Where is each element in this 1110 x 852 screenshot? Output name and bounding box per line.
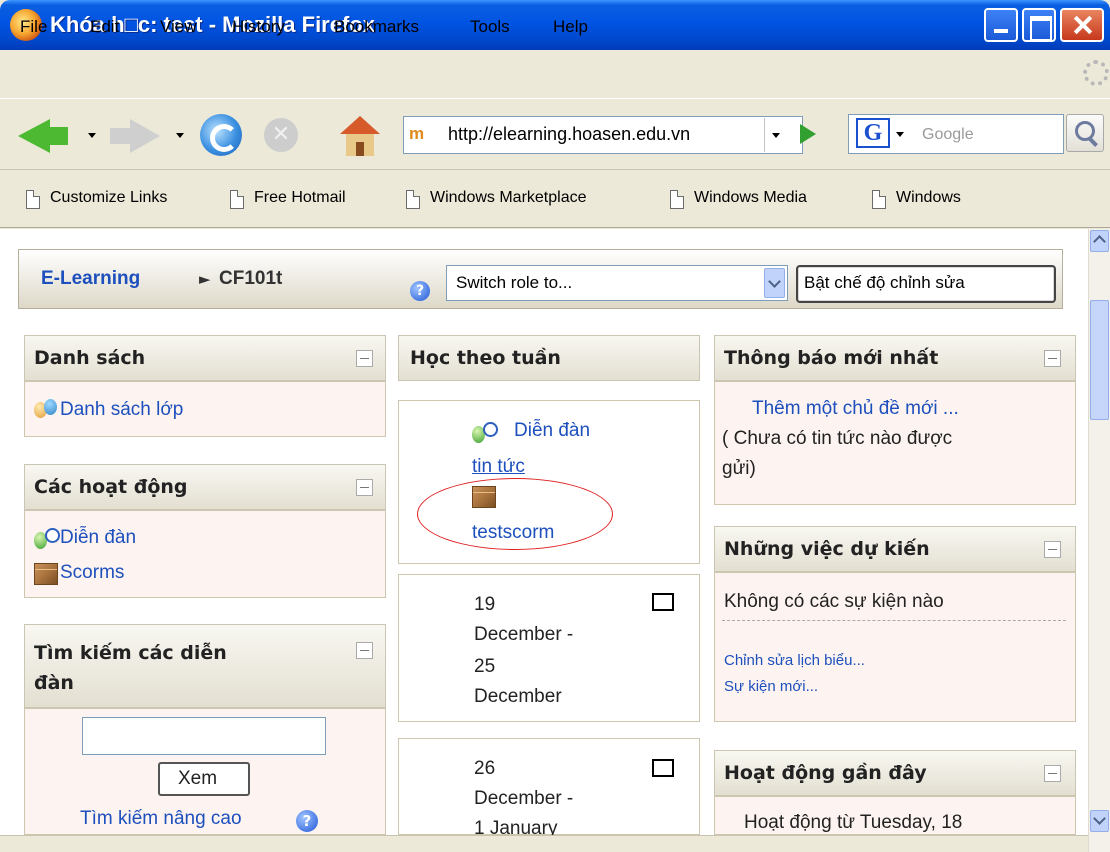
collapse-icon[interactable]: [356, 642, 373, 659]
upcoming-block-title: Những việc dự kiến: [724, 538, 930, 560]
collapse-icon[interactable]: [1044, 541, 1061, 558]
menu-file[interactable]: File: [20, 17, 47, 37]
forward-arrow-icon[interactable]: [130, 119, 160, 153]
news-empty-line2: gửi): [722, 458, 756, 479]
search-block-title-line2: đàn: [34, 672, 74, 694]
recent-activity-since: Hoạt động từ Tuesday, 18: [744, 812, 963, 833]
reload-icon[interactable]: [200, 114, 242, 156]
bookmark-windows-media[interactable]: Windows Media: [694, 189, 807, 207]
scorm-package-icon: [34, 563, 58, 585]
scroll-up-icon[interactable]: [1090, 230, 1109, 252]
top-strip: [8, 229, 1084, 247]
search-block-title-line1: Tìm kiếm các diễn: [34, 642, 227, 664]
bookmark-page-icon: [670, 190, 684, 209]
back-button[interactable]: [44, 127, 68, 145]
forum-search-input[interactable]: [82, 717, 326, 755]
collapse-icon[interactable]: [356, 479, 373, 496]
forum-icon: [34, 528, 60, 550]
role-switch-dropdown-icon[interactable]: [764, 268, 785, 298]
scrollbar-thumb[interactable]: [1090, 300, 1109, 420]
bookmark-page-icon: [406, 190, 420, 209]
news-forum-link-line2[interactable]: tin tức: [472, 454, 525, 480]
no-events-text: Không có các sự kiện nào: [724, 591, 944, 612]
bookmark-page-icon: [26, 190, 40, 209]
search-submit-label[interactable]: Xem: [178, 766, 217, 792]
bookmark-customize-links[interactable]: Customize Links: [50, 189, 167, 207]
url-input[interactable]: http://elearning.hoasen.edu.vn: [448, 124, 762, 150]
breadcrumb-home-link[interactable]: E-Learning: [41, 268, 140, 290]
edit-calendar-link[interactable]: Chỉnh sửa lịch biểu...: [724, 652, 865, 669]
forward-history-dropdown-icon[interactable]: [176, 133, 184, 138]
week-1-line1: 19: [474, 594, 496, 615]
divider: [722, 620, 1066, 621]
role-switch-value[interactable]: Switch role to...: [456, 273, 572, 293]
annotation-ellipse: [417, 478, 613, 550]
search-icon[interactable]: [1066, 114, 1104, 152]
url-history-dropdown-icon[interactable]: [772, 133, 780, 138]
bookmark-page-icon: [230, 190, 244, 209]
help-icon[interactable]: ?: [410, 281, 430, 301]
activity-forums-link[interactable]: Diễn đàn: [60, 525, 136, 551]
week-2-line2: December -: [474, 788, 574, 809]
add-topic-link[interactable]: Thêm một chủ đề mới ...: [752, 396, 959, 422]
help-icon[interactable]: ?: [296, 810, 318, 832]
menu-edit[interactable]: Edit: [90, 17, 119, 37]
collapse-icon[interactable]: [1044, 765, 1061, 782]
show-only-week-icon[interactable]: [652, 759, 674, 777]
minimize-button[interactable]: [984, 8, 1018, 42]
collapse-icon[interactable]: [356, 350, 373, 367]
home-icon[interactable]: [340, 116, 380, 156]
recent-activity-block-title: Hoạt động gần đây: [724, 762, 927, 784]
people-icon: [34, 399, 58, 421]
site-favicon-icon: m: [409, 124, 424, 143]
bookmark-free-hotmail[interactable]: Free Hotmail: [254, 189, 346, 207]
menu-help[interactable]: Help: [553, 17, 588, 37]
close-button[interactable]: [1060, 8, 1104, 42]
collapse-icon[interactable]: [1044, 350, 1061, 367]
go-icon[interactable]: [800, 124, 816, 144]
url-separator: [764, 118, 765, 152]
google-engine-icon[interactable]: G: [856, 118, 890, 148]
search-input[interactable]: Google: [922, 126, 974, 144]
scroll-down-icon[interactable]: [1090, 810, 1109, 832]
news-block-title: Thông báo mới nhất: [724, 347, 939, 369]
forward-button[interactable]: [110, 128, 132, 144]
edit-mode-label[interactable]: Bật chế độ chỉnh sửa: [804, 273, 965, 293]
bookmark-page-icon: [872, 190, 886, 209]
week-1-line2: December -: [474, 624, 574, 645]
menu-history[interactable]: History: [232, 17, 285, 37]
activities-block-title: Các hoạt động: [34, 476, 188, 498]
breadcrumb-course: CF101t: [219, 268, 283, 289]
week-1-line3: 25: [474, 656, 496, 677]
home-door: [356, 142, 364, 156]
weekly-outline-title: Học theo tuần: [410, 347, 561, 369]
activity-scorms-link[interactable]: Scorms: [60, 560, 124, 586]
status-bar: [0, 835, 1088, 852]
bookmark-windows-marketplace[interactable]: Windows Marketplace: [430, 189, 587, 207]
advanced-search-link[interactable]: Tìm kiếm nâng cao: [80, 806, 242, 832]
new-event-link[interactable]: Sự kiện mới...: [724, 678, 818, 695]
search-engine-dropdown-icon[interactable]: [896, 132, 904, 137]
stop-icon[interactable]: ✕: [264, 118, 298, 152]
bookmark-windows[interactable]: Windows: [896, 189, 961, 207]
back-history-dropdown-icon[interactable]: [88, 133, 96, 138]
menu-tools[interactable]: Tools: [470, 17, 510, 37]
menu-bookmarks[interactable]: Bookmarks: [334, 17, 419, 37]
breadcrumb-separator: ►: [199, 270, 211, 288]
participants-link[interactable]: Danh sách lớp: [60, 397, 183, 423]
week-1-line4: December: [474, 686, 562, 707]
throbber-icon: [1083, 60, 1109, 86]
forum-icon: [472, 422, 498, 444]
maximize-button[interactable]: [1022, 8, 1056, 42]
menu-bar: [0, 50, 1110, 98]
people-block-title: Danh sách: [34, 347, 146, 369]
menu-view[interactable]: View: [160, 17, 197, 37]
home-roof: [340, 116, 380, 134]
news-forum-link-line1[interactable]: Diễn đàn: [514, 418, 590, 444]
week-2-line1: 26: [474, 758, 496, 779]
show-only-week-icon[interactable]: [652, 593, 674, 611]
news-empty-line1: ( Chưa có tin tức nào được: [722, 428, 953, 449]
